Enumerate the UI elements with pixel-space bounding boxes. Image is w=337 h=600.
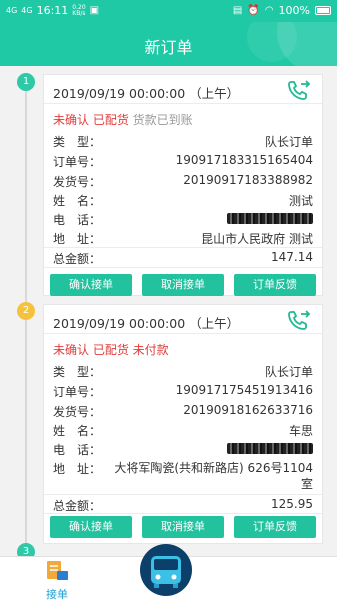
tab-accept-orders[interactable]: 接单 (37, 559, 77, 600)
total-row: 总金额： 147.14 (53, 250, 313, 266)
order-date: 2019/09/19 00:00:00 （上午） (53, 316, 240, 331)
app-bar: 新订单 (0, 22, 337, 66)
order-status: 未确认 已配货 未付款 (53, 343, 169, 357)
wifi-icon: ◠ (264, 5, 274, 16)
masked-phone (227, 443, 313, 454)
order-status: 未确认 已配货 货款已到账 (53, 113, 193, 127)
order-date: 2019/09/19 00:00:00 （上午） (53, 86, 240, 101)
battery-text: 100% (278, 4, 310, 17)
timeline-node-2: 2 (17, 302, 35, 320)
ship-no-row: 发货号： 20190917183388982 (53, 173, 313, 189)
confirm-order-button[interactable]: 确认接单 (50, 274, 132, 296)
ship-no-row: 发货号： 20190918162633716 (53, 403, 313, 419)
tab-accept-orders-label: 接单 (46, 588, 68, 600)
battery-icon (315, 6, 331, 15)
no-sim-icon: ▤ (232, 5, 243, 16)
phone-row: 电 话： (53, 211, 313, 227)
signal-2: 4G (21, 5, 33, 15)
signal-1: 4G (6, 5, 18, 15)
name-row: 姓 名： 车思 (53, 424, 313, 438)
order-feedback-button[interactable]: 订单反馈 (234, 274, 316, 296)
order-feedback-button[interactable]: 订单反馈 (234, 516, 316, 538)
bus-center-button[interactable] (140, 544, 192, 596)
address-row: 地 址： 昆山市人民政府 测试 (53, 232, 313, 246)
order-card: 2019/09/19 00:00:00 （上午） 未确认 已配货 货款已到账 类… (43, 74, 323, 296)
net-speed: 0.20 KB/s (72, 3, 86, 17)
timeline-node-1: 1 (17, 73, 35, 91)
total-row: 总金额： 125.95 (53, 497, 313, 513)
type-row: 类 型： 队长订单 (53, 135, 313, 149)
order-no-row: 订单号： 190917183315165404 (53, 153, 313, 169)
status-bar: 4G 4G 16:11 0.20 KB/s ▣ ▤ ⏰ ◠ 100% (0, 0, 337, 22)
masked-phone (227, 213, 313, 224)
order-no-row: 订单号： 190917175451913416 (53, 383, 313, 399)
order-list-icon (47, 561, 68, 580)
call-icon[interactable] (286, 78, 312, 106)
bus-icon (151, 556, 181, 588)
cancel-order-button[interactable]: 取消接单 (142, 274, 224, 296)
phone-row: 电 话： (53, 441, 313, 457)
call-icon[interactable] (286, 308, 312, 336)
page-title: 新订单 (144, 38, 193, 57)
alarm-icon: ⏰ (247, 5, 260, 16)
address-row: 地 址： 大将军陶瓷(共和新路店) 626号1104室 (53, 461, 313, 491)
confirm-order-button[interactable]: 确认接单 (50, 516, 132, 538)
type-row: 类 型： 队长订单 (53, 365, 313, 379)
cancel-order-button[interactable]: 取消接单 (142, 516, 224, 538)
name-row: 姓 名： 测试 (53, 194, 313, 208)
clock: 16:11 (36, 4, 69, 17)
order-card: 2019/09/19 00:00:00 （上午） 未确认 已配货 未付款 类 型… (43, 304, 323, 544)
timeline-line (25, 80, 27, 560)
notification-icon: ▣ (89, 5, 100, 16)
